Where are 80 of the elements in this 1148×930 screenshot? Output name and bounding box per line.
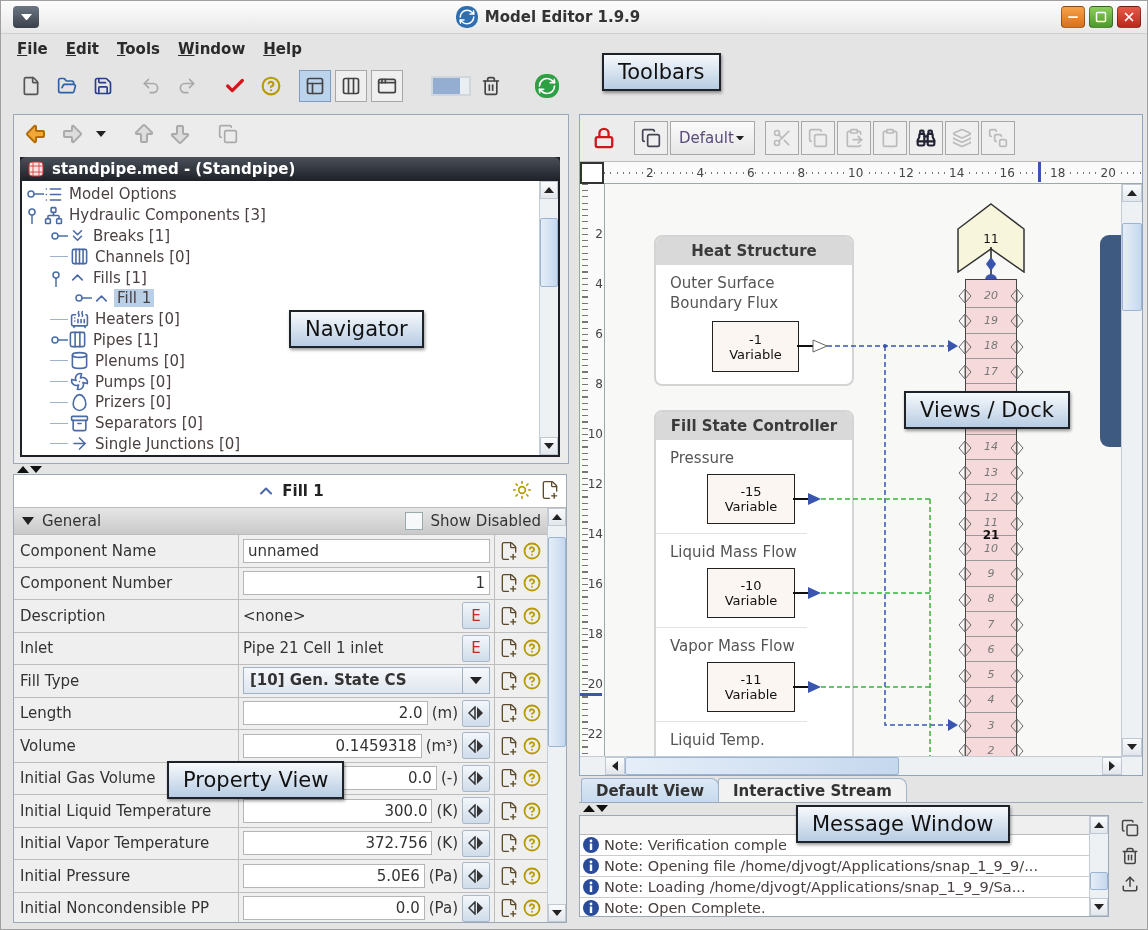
- ruler-number: 4: [696, 166, 705, 180]
- ruler-number: 12: [898, 166, 914, 180]
- callout-tooltip: Views / Dock: [904, 391, 1070, 429]
- property-value: Pipe 21 Cell 1 inlet: [243, 639, 385, 658]
- property-label: Initial Pressure: [19, 866, 131, 885]
- callout-tooltip: Message Window: [796, 805, 1010, 843]
- property-label: Initial Liquid Temperature: [19, 801, 212, 820]
- property-label: Initial Noncondensible PP: [19, 899, 210, 918]
- port-label: Pressure: [670, 448, 736, 468]
- ruler-number: 14: [587, 527, 603, 541]
- cell-number: 7: [987, 618, 995, 630]
- cell-number: 4: [987, 694, 995, 706]
- ruler-number: 6: [595, 327, 603, 341]
- cell-number: 5: [987, 669, 995, 681]
- property-label: Length: [19, 704, 72, 723]
- callout-tooltip: Property View: [167, 761, 345, 799]
- ruler-number: 20: [1100, 166, 1116, 180]
- ruler-number: 22: [587, 727, 603, 741]
- ruler-number: 12: [587, 477, 603, 491]
- unit-label: (Pa): [428, 866, 458, 885]
- port-label: Outer Surface Boundary Flux: [670, 273, 780, 313]
- ruler-number: 8: [797, 166, 806, 180]
- property-label: Initial Vapor Temperature: [19, 834, 210, 853]
- cell-number: 18: [984, 340, 998, 352]
- property-label: Inlet: [19, 639, 54, 658]
- unit-label: (Pa): [428, 899, 458, 918]
- ruler-number: 10: [587, 427, 603, 441]
- ruler-number: 10: [848, 166, 864, 180]
- unit-label: (m): [431, 704, 458, 723]
- cell-number: 9: [987, 567, 995, 579]
- ruler-number: 18: [1050, 166, 1066, 180]
- ruler-number: 20: [587, 677, 603, 691]
- file-title: standpipe.med - (Standpipe): [52, 160, 296, 178]
- port-label: Liquid Mass Flow: [670, 542, 798, 562]
- message-text: Note: Loading /home/djvogt/Applications/snap_1_9_9/Sa...: [604, 879, 1026, 895]
- callout-tooltip: Toolbars: [602, 53, 721, 91]
- property-label: Initial Gas Volume: [19, 769, 156, 788]
- cell-number: 10: [984, 542, 998, 554]
- ruler-number: 2: [595, 227, 603, 241]
- property-value: <none>: [243, 606, 307, 625]
- ruler-number: 16: [999, 166, 1015, 180]
- unit-label: (m³): [425, 736, 458, 755]
- cell-number: 11: [984, 517, 998, 529]
- ruler-number: 4: [595, 277, 603, 291]
- cell-number: 3: [987, 719, 995, 731]
- property-label: Fill Type: [19, 671, 80, 690]
- cell-number: 12: [984, 492, 998, 504]
- property-label: Description: [19, 606, 106, 625]
- property-title: Fill 1: [282, 482, 324, 500]
- ruler-number: 2: [646, 166, 654, 180]
- checkbox-label: Show Disabled: [430, 512, 541, 530]
- cell-number: 2: [987, 745, 995, 756]
- message-text: Note: Verification comple: [604, 837, 788, 853]
- property-label: Component Number: [19, 574, 173, 593]
- ruler-number: 14: [949, 166, 965, 180]
- cell-number: 13: [984, 466, 998, 478]
- port-label: Vapor Mass Flow: [670, 636, 796, 656]
- ruler-number: 16: [587, 577, 603, 591]
- pipe-number: 21: [982, 528, 1000, 541]
- cell-number: 17: [984, 365, 998, 377]
- callout-tooltip: Navigator: [289, 310, 424, 348]
- cell-number: 20: [984, 289, 998, 301]
- port-label: Liquid Temp.: [670, 730, 766, 750]
- property-label: Volume: [19, 736, 76, 755]
- fill-number: 11: [983, 233, 999, 245]
- cell-number: 19: [984, 314, 998, 326]
- cell-number: 6: [987, 643, 995, 655]
- unit-label: (K): [436, 801, 458, 820]
- ruler-number: 18: [587, 627, 603, 641]
- section-label: General: [42, 512, 103, 530]
- ruler-number: 6: [747, 166, 755, 180]
- window-title: Model Editor 1.9.9: [484, 8, 641, 26]
- unit-label: (-): [440, 769, 458, 788]
- message-text: Note: Opening file /home/djvogt/Applications/snap_1_9_9/...: [604, 858, 1039, 874]
- message-text: Note: Open Complete.: [604, 900, 766, 916]
- cell-number: 8: [987, 593, 995, 605]
- ruler-number: 8: [595, 377, 603, 391]
- property-label: Component Name: [19, 541, 157, 560]
- unit-label: (K): [436, 834, 458, 853]
- cell-number: 14: [984, 441, 998, 453]
